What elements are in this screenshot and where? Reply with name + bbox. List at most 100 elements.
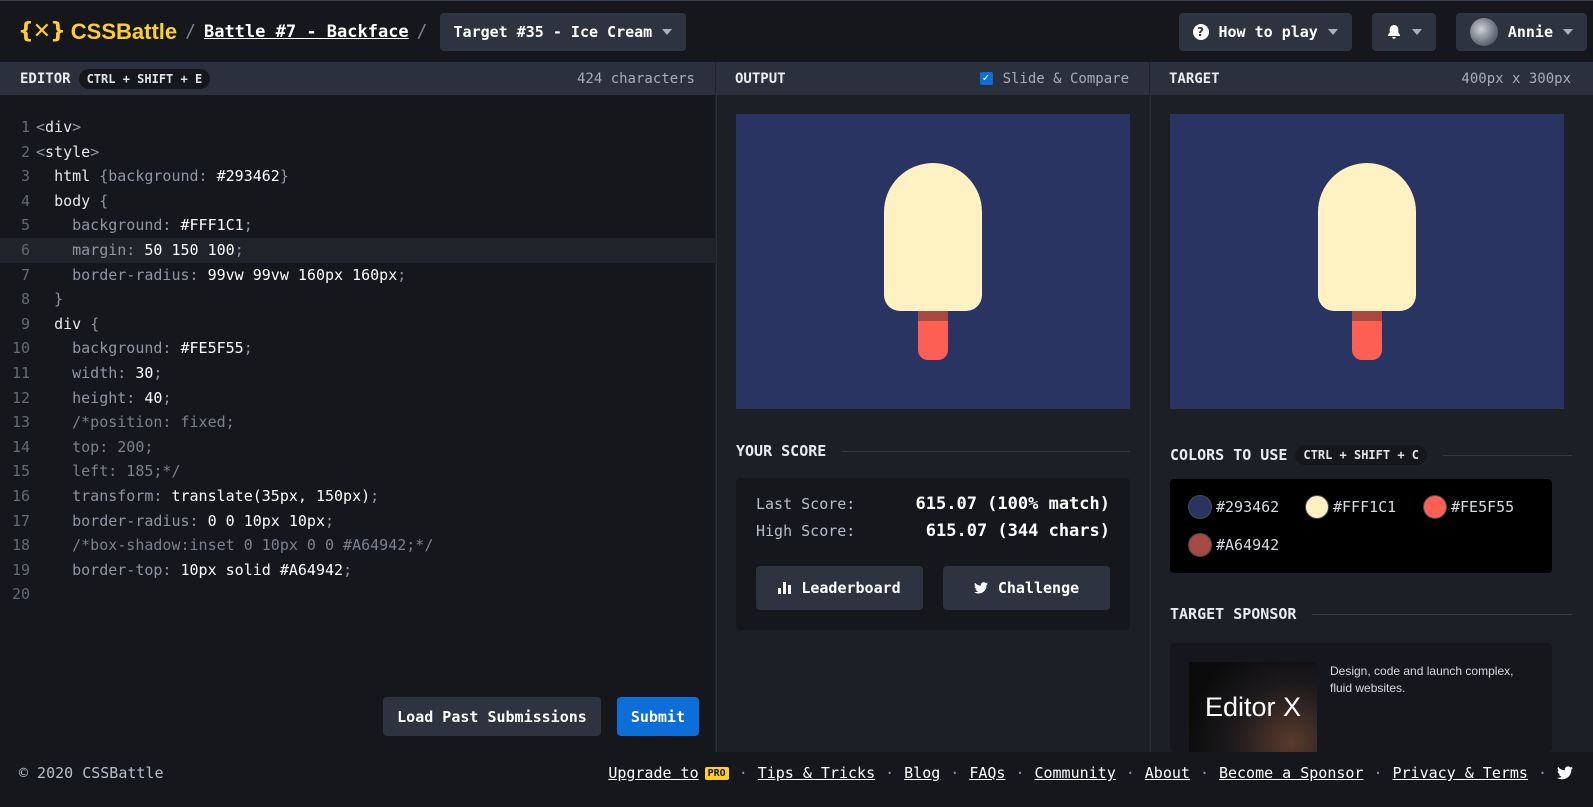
high-score-row: High Score: 615.07 (344 chars) xyxy=(756,521,1110,541)
line-number: 9 xyxy=(20,314,30,333)
sponsor-image[interactable]: Editor X xyxy=(1189,662,1317,752)
character-count: 424 characters xyxy=(576,70,695,87)
twitter-icon[interactable] xyxy=(1557,766,1573,780)
code-line[interactable]: 6 margin: 50 150 100; xyxy=(0,237,715,263)
line-number: 14 xyxy=(11,437,30,456)
code-lines[interactable]: 1 <div> 2 <style> 3 html {background: #29346… xyxy=(0,115,715,607)
last-score-label: Last Score: xyxy=(756,495,856,513)
editor-shortcut-badge: CTRL + SHIFT + E xyxy=(78,68,211,89)
challenge-button[interactable]: Challenge xyxy=(943,566,1110,610)
notifications-button[interactable] xyxy=(1371,12,1436,51)
color-swatch[interactable]: #FE5F55 xyxy=(1423,495,1514,519)
code-editor[interactable]: 1 <div> 2 <style> 3 html {background: #29346… xyxy=(0,95,715,752)
footer-link-privacy[interactable]: Privacy & Terms xyxy=(1393,764,1528,782)
code-text: <div> xyxy=(36,118,82,136)
logo-icon: {✕} xyxy=(18,19,66,44)
footer-link-sponsor[interactable]: Become a Sponsor xyxy=(1219,764,1364,782)
footer-link-community[interactable]: Community xyxy=(1034,764,1115,782)
footer-links: Upgrade to PRO · Tips & Tricks · Blog · … xyxy=(608,764,1573,782)
code-line[interactable]: 7 border-radius: 99vw 99vw 160px 160px; xyxy=(0,263,715,288)
ice-cream-stick xyxy=(1352,311,1382,360)
code-line[interactable]: 3 html {background: #293462} xyxy=(0,164,715,189)
bottom-strip xyxy=(0,794,1593,807)
your-score-title: YOUR SCORE xyxy=(736,442,827,460)
output-header: OUTPUT ✓ Slide & Compare xyxy=(716,62,1149,95)
how-to-play-button[interactable]: ? How to play xyxy=(1178,12,1352,51)
code-line[interactable]: 11 width: 30; xyxy=(0,361,715,386)
code-text: border-radius: 99vw 99vw 160px 160px; xyxy=(72,265,407,284)
chevron-down-icon xyxy=(1327,28,1338,35)
code-line[interactable]: 20 xyxy=(0,582,715,607)
footer-link-faqs[interactable]: FAQs xyxy=(969,764,1005,782)
code-text: width: 30; xyxy=(72,363,163,382)
code-line[interactable]: 8 } xyxy=(0,287,715,312)
code-line[interactable]: 18 /*box-shadow:inset 0 10px 0 0 #A64942… xyxy=(0,533,715,558)
line-number: 18 xyxy=(11,536,30,555)
leaderboard-button[interactable]: Leaderboard xyxy=(756,566,923,610)
code-line[interactable]: 10 background: #FE5F55; xyxy=(0,336,715,361)
output-canvas[interactable] xyxy=(736,114,1130,409)
footer-link-about[interactable]: About xyxy=(1145,764,1190,782)
divider xyxy=(842,450,1130,452)
checkbox-checked-icon[interactable]: ✓ xyxy=(979,72,993,85)
line-number: 4 xyxy=(20,191,30,210)
sponsor-card[interactable]: Editor X Design, code and launch complex… xyxy=(1170,643,1552,752)
battle-link[interactable]: Battle #7 - Backface xyxy=(204,22,409,42)
load-past-submissions-button[interactable]: Load Past Submissions xyxy=(383,697,601,736)
code-line[interactable]: 16 transform: translate(35px, 150px); xyxy=(0,484,715,509)
code-line[interactable]: 19 border-top: 10px solid #A64942; xyxy=(0,558,715,583)
editor-header: EDITOR CTRL + SHIFT + E 424 characters xyxy=(0,62,715,95)
code-text: div { xyxy=(54,314,100,333)
color-hex: #A64942 xyxy=(1216,536,1280,554)
slide-compare-toggle[interactable]: ✓ Slide & Compare xyxy=(979,71,1129,87)
your-score-heading: YOUR SCORE xyxy=(736,442,1130,460)
upgrade-link[interactable]: Upgrade to xyxy=(608,764,698,782)
colors-palette: #293462 #FFF1C1 #FE5F55 #A64942 xyxy=(1170,479,1552,573)
code-line[interactable]: 5 background: #FFF1C1; xyxy=(0,213,715,238)
color-hex: #FE5F55 xyxy=(1451,498,1515,516)
leaderboard-label: Leaderboard xyxy=(801,579,901,597)
submit-button[interactable]: Submit xyxy=(616,697,699,736)
code-text: transform: translate(35px, 150px); xyxy=(72,486,380,505)
code-line[interactable]: 2 <style> xyxy=(0,140,715,165)
line-number: 17 xyxy=(11,511,30,530)
line-number: 2 xyxy=(20,142,30,161)
line-number: 5 xyxy=(20,216,30,235)
color-hex: #293462 xyxy=(1216,498,1280,516)
target-canvas[interactable] xyxy=(1170,114,1564,409)
divider xyxy=(1443,454,1572,456)
code-line[interactable]: 9 div { xyxy=(0,312,715,337)
footer: © 2020 CSSBattle Upgrade to PRO · Tips &… xyxy=(0,752,1593,794)
color-swatch[interactable]: #FFF1C1 xyxy=(1305,495,1396,519)
target-select-label: Target #35 - Ice Cream xyxy=(453,22,653,41)
user-menu-button[interactable]: Annie xyxy=(1455,12,1587,51)
code-line[interactable]: 4 body { xyxy=(0,189,715,214)
code-line[interactable]: 17 border-radius: 0 0 10px 10px; xyxy=(0,509,715,534)
sponsor-title: TARGET SPONSOR xyxy=(1170,605,1297,623)
target-panel: COLORS TO USE CTRL + SHIFT + C #293462 #… xyxy=(1150,95,1593,752)
code-line[interactable]: 15 left: 185;*/ xyxy=(0,459,715,484)
code-line[interactable]: 1 <div> xyxy=(0,115,715,140)
twitter-icon xyxy=(973,582,988,594)
line-number: 20 xyxy=(11,585,30,604)
target-title: TARGET xyxy=(1169,70,1220,87)
code-text: border-radius: 0 0 10px 10px; xyxy=(72,511,335,530)
color-swatch[interactable]: #293462 xyxy=(1188,495,1279,519)
code-text: /*position: fixed; xyxy=(36,413,235,432)
footer-link-tips[interactable]: Tips & Tricks xyxy=(758,764,875,782)
editor-title: EDITOR xyxy=(20,70,71,87)
footer-link-blog[interactable]: Blog xyxy=(904,764,940,782)
target-select[interactable]: Target #35 - Ice Cream xyxy=(439,12,687,51)
ice-cream-top xyxy=(884,163,982,311)
avatar xyxy=(1469,17,1498,46)
high-score-label: High Score: xyxy=(756,522,856,540)
color-swatch[interactable]: #A64942 xyxy=(1188,533,1279,557)
code-line[interactable]: 13 /*position: fixed; xyxy=(0,410,715,435)
code-line[interactable]: 12 height: 40; xyxy=(0,386,715,411)
bell-icon xyxy=(1387,24,1400,39)
breadcrumb-separator: / xyxy=(185,21,196,42)
line-number: 8 xyxy=(20,290,30,309)
color-dot xyxy=(1188,533,1212,557)
code-line[interactable]: 14 top: 200; xyxy=(0,435,715,460)
logo[interactable]: {✕} CSSBattle xyxy=(18,19,177,45)
